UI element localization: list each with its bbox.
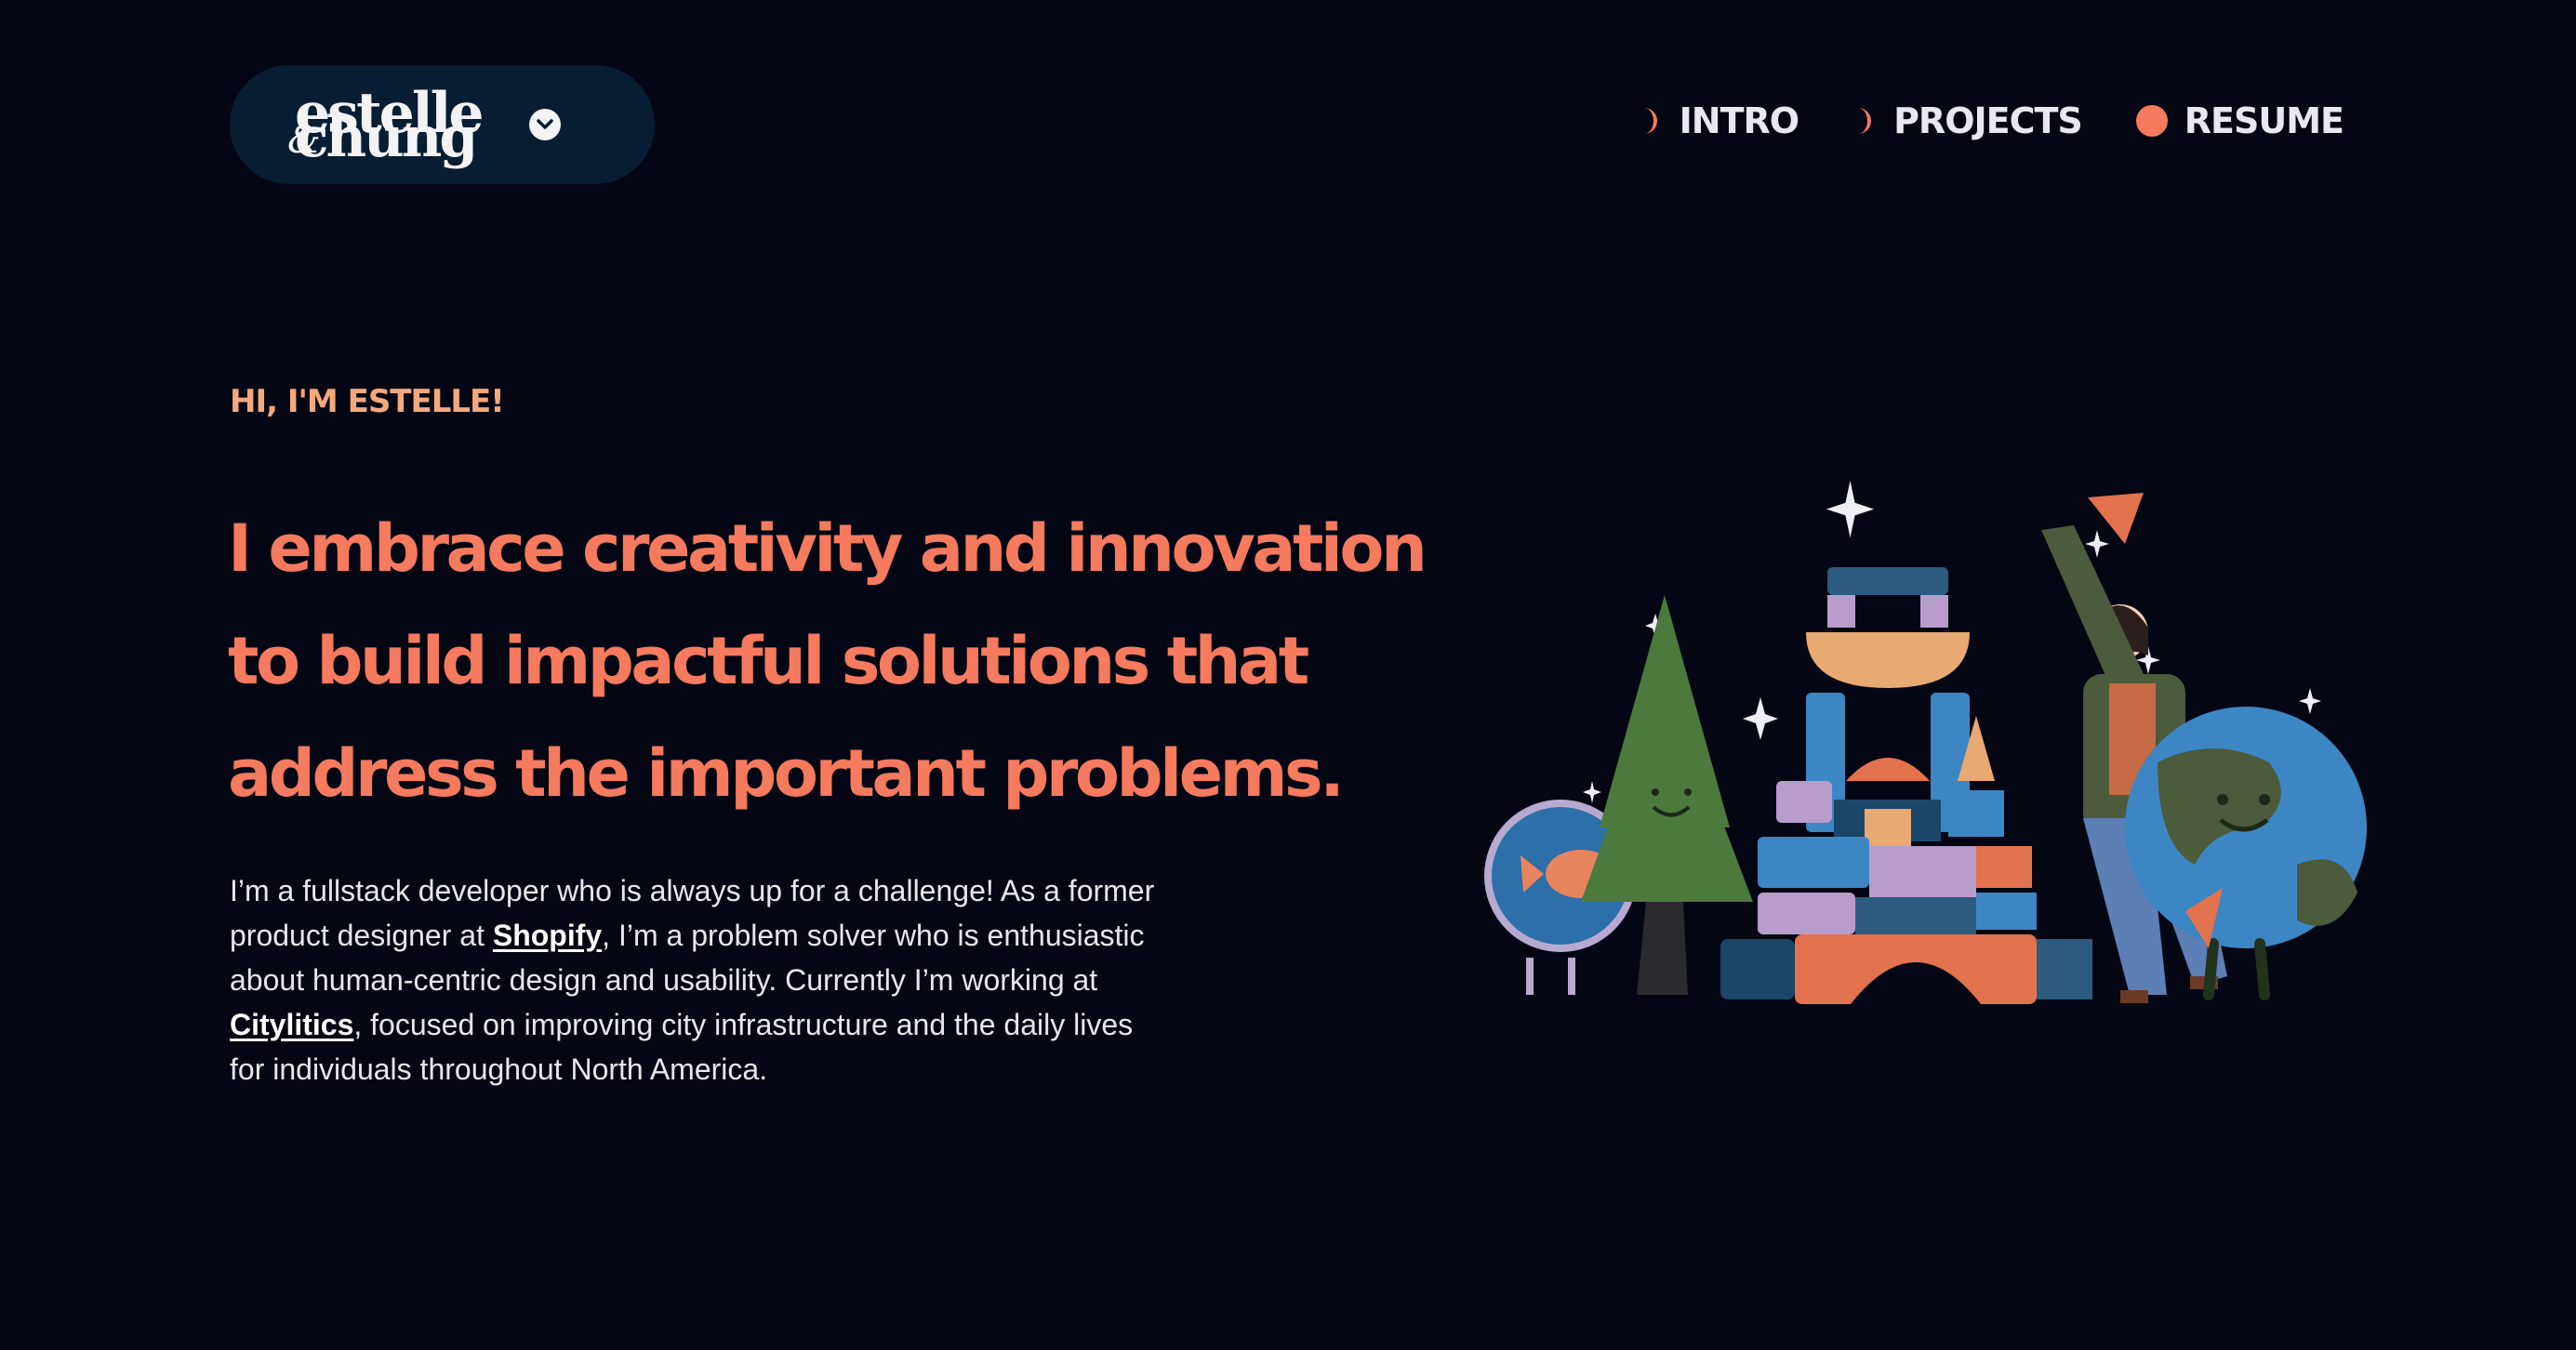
logo-word-bottom: chung xyxy=(295,105,478,170)
nav-item-intro[interactable]: INTRO xyxy=(1639,100,1799,141)
chevron-down-icon[interactable] xyxy=(529,109,561,140)
nav-label-resume: RESUME xyxy=(2184,100,2344,141)
greeting: HI, I'M ESTELLE! xyxy=(230,383,505,420)
crescent-moon-icon xyxy=(1858,108,1872,134)
crescent-moon-icon xyxy=(1643,108,1657,134)
logo-ampersand: & xyxy=(287,119,321,162)
hero-headline: I embrace creativity and innovation to b… xyxy=(228,510,1427,812)
block-castle xyxy=(1720,567,2092,1004)
nav-item-projects[interactable]: PROJECTS xyxy=(1852,100,2083,141)
hero-illustration xyxy=(1484,481,2367,1004)
main-nav: INTRO PROJECTS RESUME xyxy=(1639,100,2344,141)
nav-label-projects: PROJECTS xyxy=(1893,100,2083,141)
filled-circle-icon xyxy=(2135,105,2168,137)
logo[interactable]: estelle chung & xyxy=(287,86,485,165)
logo-pill[interactable]: estelle chung & xyxy=(230,65,655,184)
intro-text-3: , focused on improving city infrastructu… xyxy=(230,1008,1134,1086)
citylitics-link[interactable]: Citylitics xyxy=(230,1008,353,1041)
intro-paragraph: I’m a fullstack developer who is always … xyxy=(230,868,1160,1092)
shopify-link[interactable]: Shopify xyxy=(493,919,602,952)
nav-label-intro: INTRO xyxy=(1679,100,1799,141)
nav-item-resume[interactable]: RESUME xyxy=(2135,100,2344,141)
